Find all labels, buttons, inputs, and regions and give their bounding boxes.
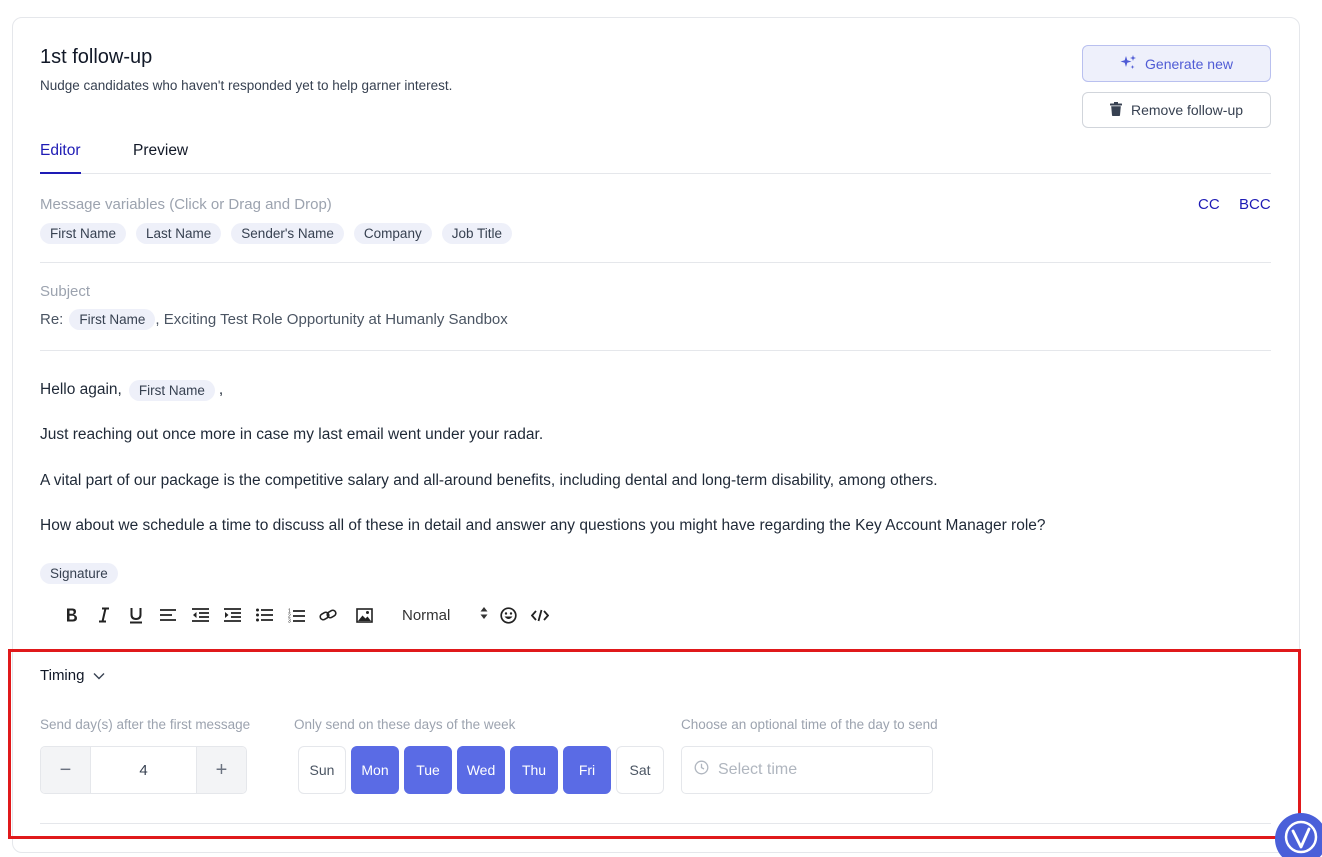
editor-tabs: Editor Preview <box>40 140 1271 174</box>
align-icon[interactable] <box>152 600 184 630</box>
generate-new-label: Generate new <box>1145 55 1233 72</box>
greeting-line[interactable]: Hello again, First Name , <box>40 378 223 402</box>
days-after-value[interactable]: 4 <box>90 747 197 793</box>
heading-format-select[interactable]: Normal <box>390 600 492 630</box>
divider <box>40 350 1271 351</box>
greeting-comma: , <box>218 381 224 398</box>
bold-icon[interactable] <box>56 600 88 630</box>
subject-prefix: Re: <box>40 310 64 328</box>
sparkle-icon <box>1120 54 1137 74</box>
message-paragraph[interactable]: A vital part of our package is the compe… <box>40 469 938 493</box>
page-subtitle: Nudge candidates who haven't responded y… <box>40 78 453 93</box>
svg-text:3: 3 <box>288 618 291 623</box>
remove-follow-up-label: Remove follow-up <box>1130 102 1244 118</box>
divider <box>40 262 1271 263</box>
ordered-list-icon[interactable]: 123 <box>280 600 312 630</box>
outdent-icon[interactable] <box>184 600 216 630</box>
day-toggle-fri[interactable]: Fri <box>563 746 611 794</box>
indent-icon[interactable] <box>216 600 248 630</box>
trash-icon <box>1109 101 1122 119</box>
remove-follow-up-button[interactable]: Remove follow-up <box>1082 92 1271 128</box>
code-icon[interactable] <box>524 600 556 630</box>
day-toggle-tue[interactable]: Tue <box>404 746 452 794</box>
tab-preview[interactable]: Preview <box>133 142 188 174</box>
clock-icon <box>694 760 709 780</box>
subject-field[interactable]: Re: First Name , Exciting Test Role Oppo… <box>40 307 508 331</box>
editor-toolbar: 123 Normal <box>56 600 556 630</box>
variable-chips: First Name Last Name Sender's Name Compa… <box>40 223 512 244</box>
link-icon[interactable] <box>312 600 344 630</box>
cc-link[interactable]: CC <box>1198 196 1220 213</box>
message-paragraph[interactable]: Just reaching out once more in case my l… <box>40 423 543 447</box>
weekdays-label: Only send on these days of the week <box>294 717 516 732</box>
variable-chip-first-name[interactable]: First Name <box>40 223 127 244</box>
bullet-list-icon[interactable] <box>248 600 280 630</box>
day-toggle-sat[interactable]: Sat <box>616 746 664 794</box>
subject-variable-chip[interactable]: First Name <box>69 308 156 330</box>
message-variables-label: Message variables (Click or Drag and Dro… <box>40 196 332 213</box>
generate-new-button[interactable]: Generate new <box>1082 45 1271 82</box>
variable-chip-last-name[interactable]: Last Name <box>136 223 222 244</box>
variable-chip-job-title[interactable]: Job Title <box>441 223 512 244</box>
day-toggle-thu[interactable]: Thu <box>510 746 558 794</box>
heading-format-value: Normal <box>402 606 451 624</box>
time-placeholder: Select time <box>718 761 798 778</box>
greeting-variable-chip[interactable]: First Name <box>128 379 215 401</box>
tab-editor[interactable]: Editor <box>40 142 81 174</box>
timing-label: Timing <box>40 666 85 684</box>
italic-icon[interactable] <box>88 600 120 630</box>
subject-text: , Exciting Test Role Opportunity at Huma… <box>155 310 508 328</box>
increment-button[interactable]: + <box>197 747 246 793</box>
image-icon[interactable] <box>348 600 380 630</box>
chevron-down-icon <box>93 667 105 684</box>
message-paragraph[interactable]: How about we schedule a time to discuss … <box>40 514 1046 538</box>
decrement-button[interactable]: − <box>41 747 90 793</box>
updown-chevron-icon <box>480 606 488 624</box>
page-title: 1st follow-up <box>40 46 153 68</box>
variable-chip-company[interactable]: Company <box>353 223 432 244</box>
bcc-link[interactable]: BCC <box>1239 196 1271 213</box>
greeting-text: Hello again, <box>40 381 122 398</box>
help-widget-button[interactable] <box>1275 813 1322 857</box>
weekday-selector: Sun Mon Tue Wed Thu Fri Sat <box>298 746 664 794</box>
day-toggle-sun[interactable]: Sun <box>298 746 346 794</box>
days-after-label: Send day(s) after the first message <box>40 717 251 732</box>
time-of-day-label: Choose an optional time of the day to se… <box>681 717 938 732</box>
signature-line[interactable]: Signature <box>40 561 122 585</box>
days-after-stepper: − 4 + <box>40 746 247 794</box>
timing-toggle[interactable]: Timing <box>40 665 105 685</box>
divider <box>40 823 1271 824</box>
signature-chip[interactable]: Signature <box>40 562 118 584</box>
variable-chip-senders-name[interactable]: Sender's Name <box>231 223 344 244</box>
subject-label: Subject <box>40 283 91 300</box>
underline-icon[interactable] <box>120 600 152 630</box>
day-toggle-wed[interactable]: Wed <box>457 746 505 794</box>
emoji-icon[interactable] <box>492 600 524 630</box>
time-picker-input[interactable]: Select time <box>681 746 933 794</box>
day-toggle-mon[interactable]: Mon <box>351 746 399 794</box>
help-check-icon <box>1281 817 1321 857</box>
